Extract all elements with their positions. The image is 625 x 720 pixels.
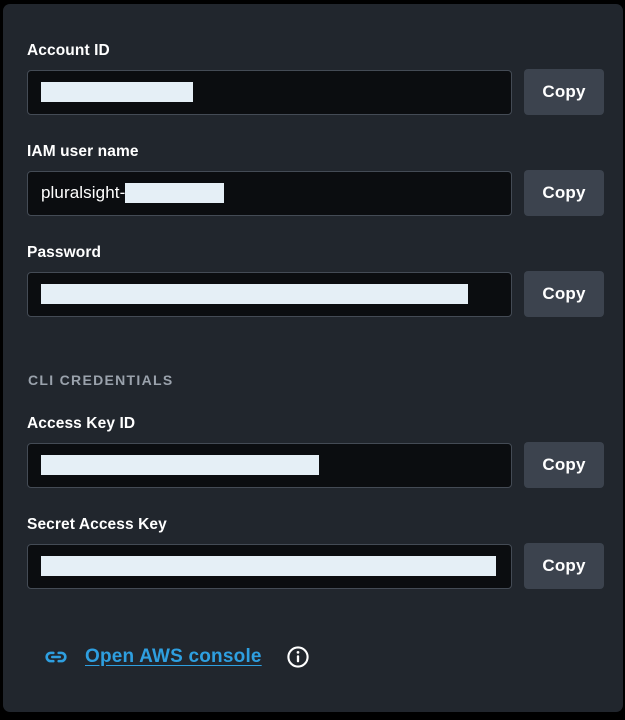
section-header-cli-credentials: CLI CREDENTIALS <box>28 372 174 388</box>
field-row-password: Copy <box>27 271 604 317</box>
copy-button-account-id[interactable]: Copy <box>524 69 604 115</box>
account-id-redaction-bar <box>41 82 193 102</box>
field-row-account-id: Copy <box>27 69 604 115</box>
copy-button-access-key-id[interactable]: Copy <box>524 442 604 488</box>
field-label-access-key-id: Access Key ID <box>27 415 136 432</box>
field-row-secret-access-key: Copy <box>27 543 604 589</box>
iam-user-name-input[interactable]: pluralsight- <box>27 170 512 216</box>
field-label-secret-access-key: Secret Access Key <box>27 516 167 533</box>
field-row-access-key-id: Copy <box>27 442 604 488</box>
field-label-iam-user-name: IAM user name <box>27 143 139 160</box>
copy-button-secret-access-key[interactable]: Copy <box>524 543 604 589</box>
iam-user-name-value-prefix: pluralsight- <box>41 183 126 202</box>
secret-access-key-input[interactable] <box>27 543 512 589</box>
copy-button-iam-user-name[interactable]: Copy <box>524 170 604 216</box>
field-label-account-id: Account ID <box>27 42 110 59</box>
account-id-input[interactable] <box>27 69 512 115</box>
access-key-id-input[interactable] <box>27 442 512 488</box>
credentials-panel: Account ID Copy IAM user name pluralsigh… <box>3 4 623 712</box>
secret-access-key-redaction-bar <box>41 556 496 576</box>
field-group-iam-user-name: IAM user name pluralsight- Copy <box>27 143 604 216</box>
link-icon[interactable] <box>43 644 69 670</box>
open-aws-console-link[interactable]: Open AWS console <box>85 646 262 668</box>
field-group-password: Password Copy <box>27 244 604 317</box>
field-group-account-id: Account ID Copy <box>27 42 604 115</box>
field-group-access-key-id: Access Key ID Copy <box>27 415 604 488</box>
field-label-password: Password <box>27 244 102 261</box>
info-icon[interactable] <box>278 645 310 669</box>
password-redaction-bar <box>41 284 468 304</box>
access-key-id-redaction-bar <box>41 455 319 475</box>
copy-button-password[interactable]: Copy <box>524 271 604 317</box>
password-input[interactable] <box>27 271 512 317</box>
iam-user-name-redaction-bar <box>125 183 225 203</box>
footer-row: Open AWS console <box>43 644 310 670</box>
field-group-secret-access-key: Secret Access Key Copy <box>27 516 604 589</box>
field-row-iam-user-name: pluralsight- Copy <box>27 170 604 216</box>
